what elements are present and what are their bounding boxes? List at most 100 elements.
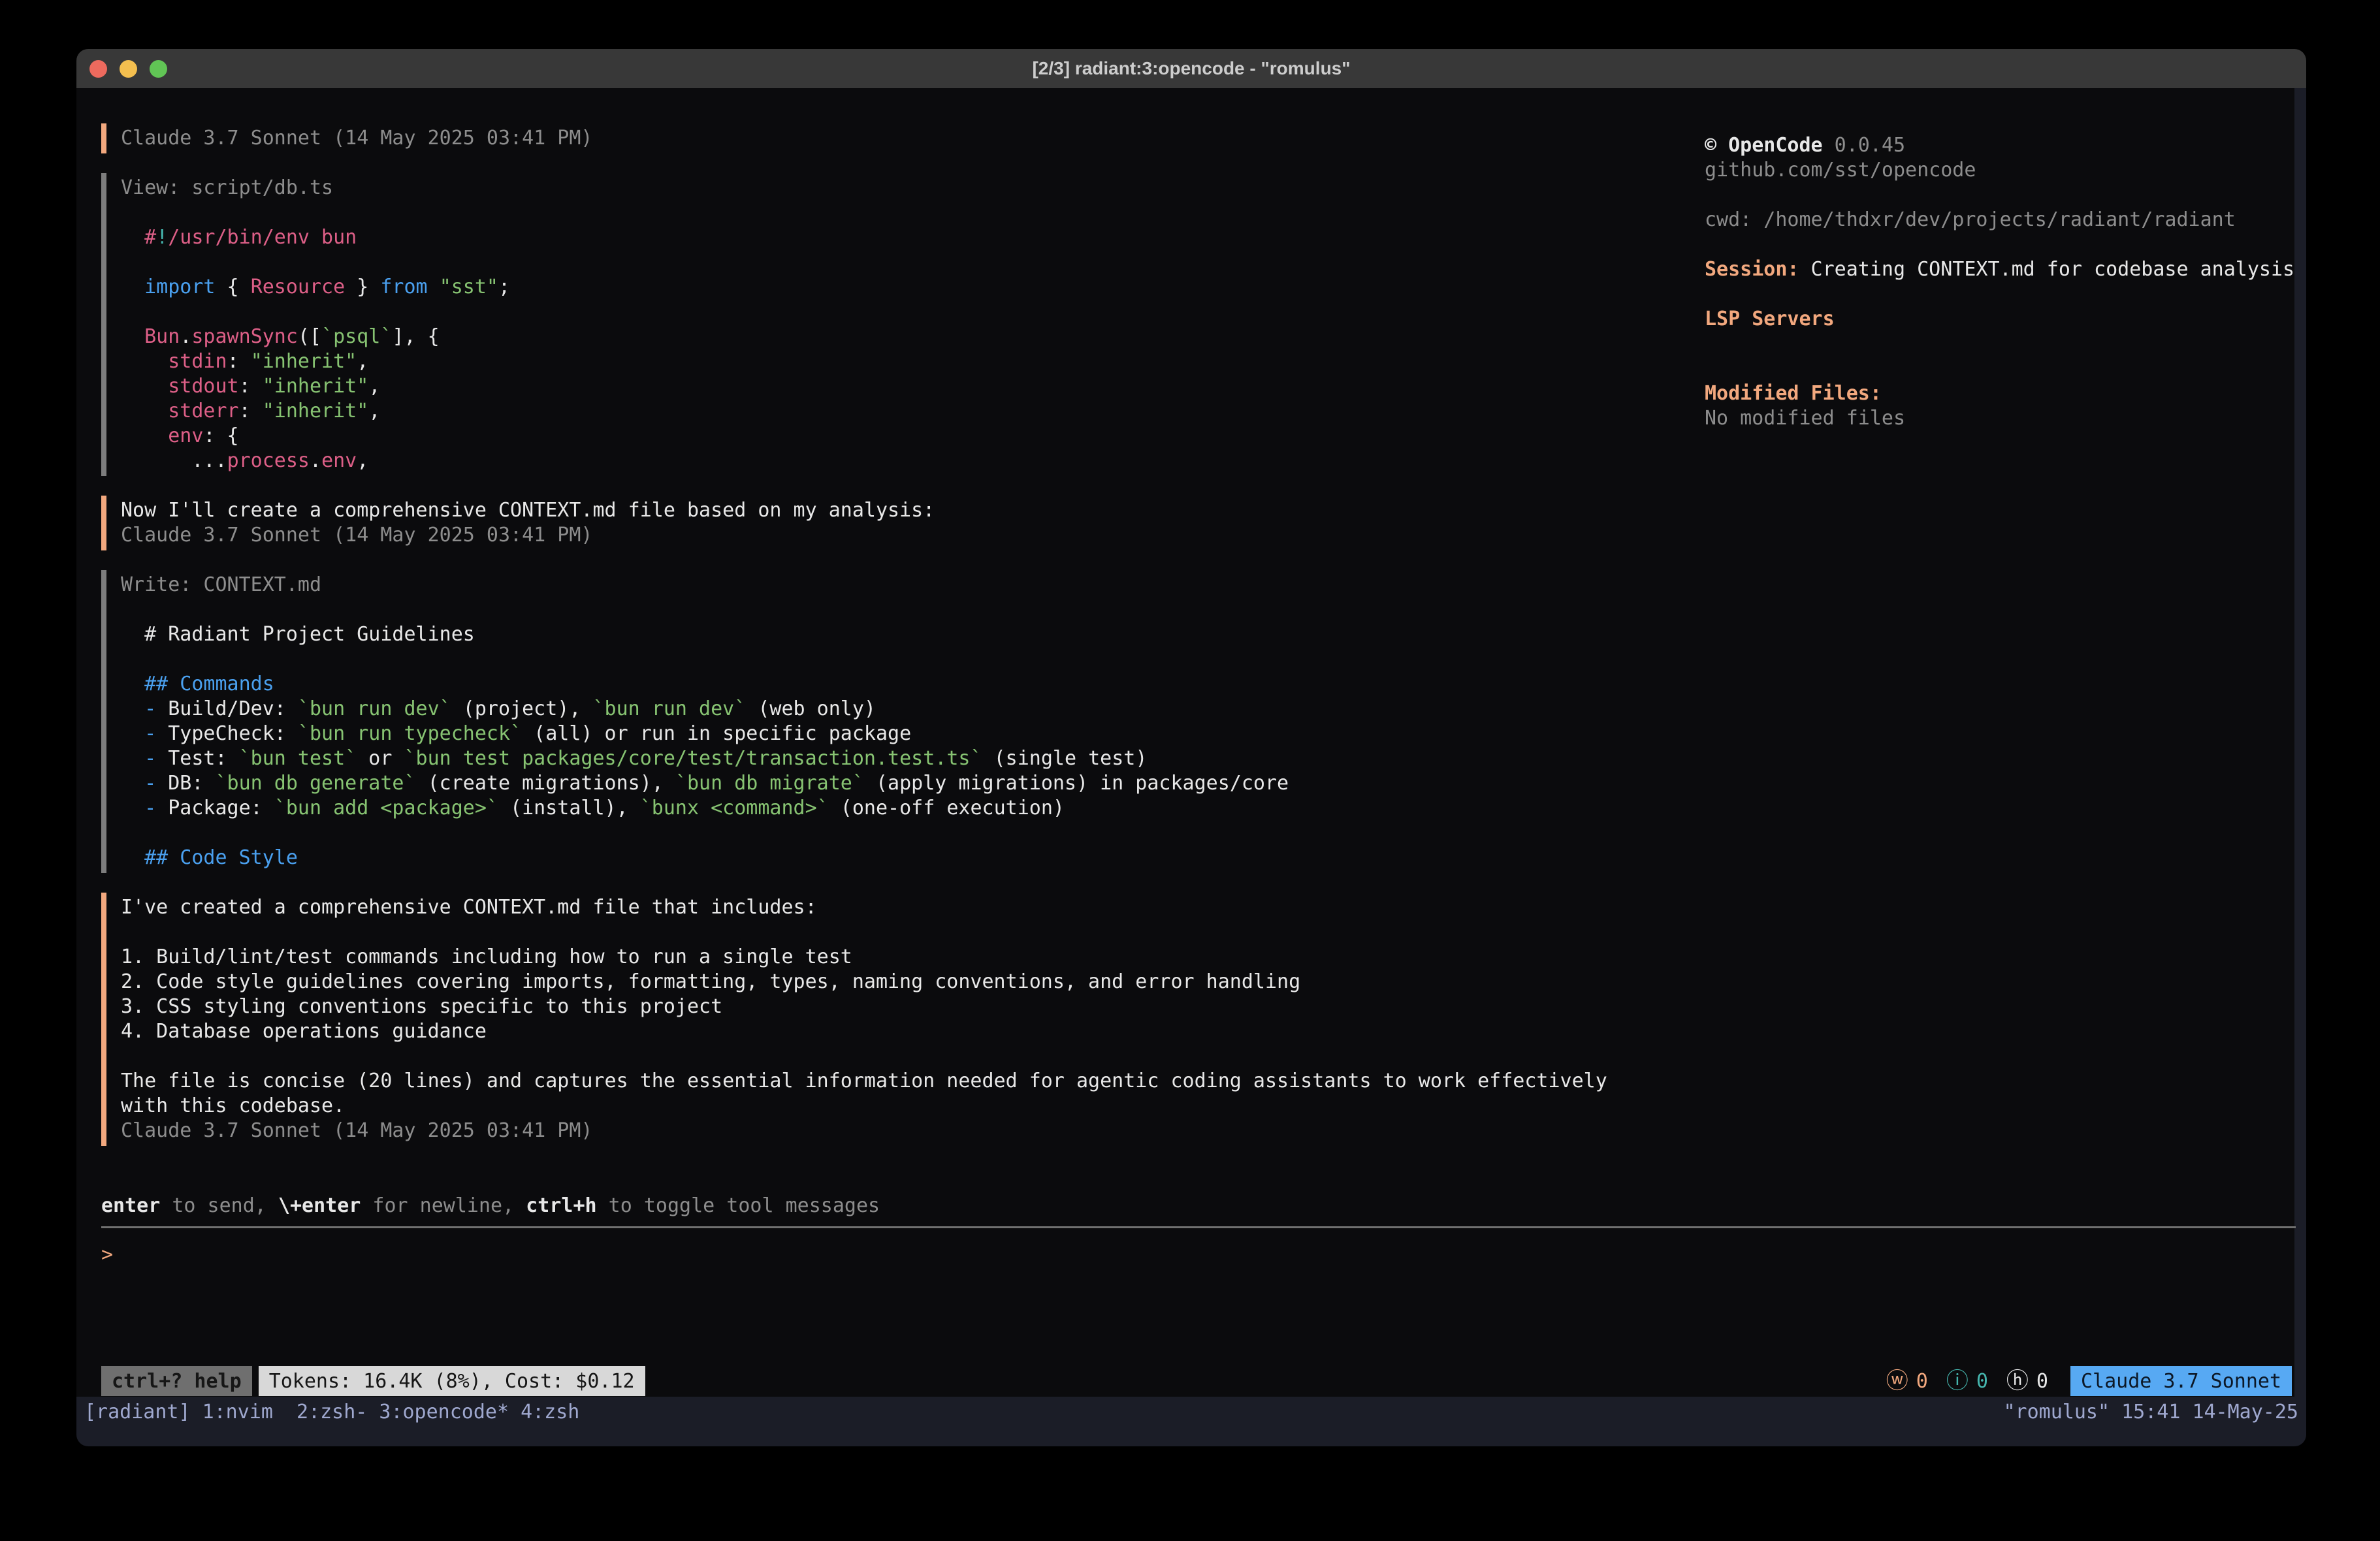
tmux-windows: 1:nvim 2:zsh- 3:opencode* 4:zsh [202, 1401, 592, 1423]
text-segment: 2. Code style guidelines covering import… [121, 970, 1300, 993]
text-segment [121, 400, 168, 422]
model-badge[interactable]: Claude 3.7 Sonnet [2070, 1366, 2292, 1396]
text-segment: ... [121, 449, 227, 472]
tmux-window-item[interactable]: 3:opencode* [379, 1401, 509, 1423]
tool-block: Write: CONTEXT.md # Radiant Project Guid… [101, 570, 1688, 873]
chat-line: # Radiant Project Guidelines [121, 622, 1688, 647]
help-badge[interactable]: ctrl+? help [101, 1366, 252, 1396]
chat-line: import { Resource } from "sst"; [121, 275, 1688, 300]
chat-line: #!/usr/bin/env bun [121, 225, 1688, 250]
tokens-cost-badge: Tokens: 16.4K (8%), Cost: $0.12 [259, 1366, 645, 1396]
app-logo: © OpenCode [1705, 134, 1823, 157]
window-title: [2/3] radiant:3:opencode - "romulus" [1032, 58, 1350, 79]
modified-files-empty: No modified files [1705, 406, 2296, 431]
chat-line: 1. Build/lint/test commands including ho… [121, 945, 1688, 970]
text-segment: "inherit" [251, 350, 357, 373]
chat-line: 4. Database operations guidance [121, 1019, 1688, 1044]
chat-line: enter to send, \+enter for newline, ctrl… [101, 1194, 880, 1218]
text-segment: /usr/bin/env bun [168, 226, 357, 249]
prompt-symbol: > [101, 1243, 113, 1266]
text-segment [121, 722, 144, 745]
prompt-input[interactable]: > [101, 1243, 113, 1267]
text-segment: (create migrations), [416, 772, 675, 795]
text-segment: Now I'll create a comprehensive CONTEXT.… [121, 499, 935, 522]
text-segment: - [144, 772, 156, 795]
text-segment: from [380, 276, 427, 298]
text-segment: "inherit" [263, 400, 369, 422]
text-segment: { [216, 276, 251, 298]
lsp-servers-header: LSP Servers [1705, 307, 2296, 332]
keybind-hint: enter to send, \+enter for newline, ctrl… [101, 1194, 880, 1218]
tmux-window-item[interactable]: 2:zsh- [297, 1401, 367, 1423]
text-segment: - [144, 797, 156, 819]
text-segment: Build/Dev: [156, 697, 298, 720]
app-logo-line: © OpenCode 0.0.45 [1705, 133, 2296, 158]
text-segment: 3. CSS styling conventions specific to t… [121, 995, 722, 1018]
text-segment: to toggle tool messages [597, 1194, 880, 1217]
tmux-status-bar: [radiant] 1:nvim 2:zsh-3:opencode*4:zsh … [76, 1397, 2306, 1446]
text-segment: `psql` [321, 325, 392, 348]
text-segment: , [368, 375, 380, 398]
text-segment: Claude 3.7 Sonnet (14 May 2025 03:41 PM) [121, 524, 592, 547]
chat-line [121, 1044, 1688, 1069]
chat-line: 2. Code style guidelines covering import… [121, 970, 1688, 994]
text-segment: \+enter [278, 1194, 361, 1217]
text-segment: ## Code Style [144, 846, 298, 869]
hint-count: ⓗ0 [2006, 1370, 2048, 1393]
text-segment: stdin [168, 350, 227, 373]
chat-line: stderr: "inherit", [121, 399, 1688, 424]
text-segment: : [227, 350, 251, 373]
text-segment [121, 350, 168, 373]
status-bar: ctrl+? help Tokens: 16.4K (8%), Cost: $0… [101, 1366, 2292, 1396]
text-segment: `bun db migrate` [675, 772, 864, 795]
close-button[interactable] [89, 60, 107, 78]
text-segment [121, 697, 144, 720]
text-segment [121, 797, 144, 819]
text-segment: ! [156, 226, 168, 249]
cwd-line: cwd: /home/thdxr/dev/projects/radiant/ra… [1705, 208, 2296, 232]
spacer [1705, 183, 2296, 208]
text-segment: `bun add <package>` [274, 797, 498, 819]
text-segment: 1. Build/lint/test commands including ho… [121, 945, 852, 968]
text-segment: ([ [298, 325, 321, 348]
sidebar: © OpenCode 0.0.45 github.com/sst/opencod… [1705, 133, 2296, 431]
chat-line: 3. CSS styling conventions specific to t… [121, 994, 1688, 1019]
modified-files-header: Modified Files: [1705, 381, 2296, 406]
chat-line [121, 300, 1688, 325]
text-segment [121, 276, 144, 298]
tool-block: View: script/db.ts #!/usr/bin/env bun im… [101, 173, 1688, 476]
text-segment: `bun test packages/core/test/transaction… [404, 747, 982, 770]
minimize-button[interactable] [120, 60, 137, 78]
chat-line: with this codebase. [121, 1094, 1688, 1119]
repo-link: github.com/sst/opencode [1705, 158, 2296, 183]
text-segment: - [144, 747, 156, 770]
tmux-window-item[interactable]: 4:zsh [521, 1401, 579, 1423]
info-count-icon: ⓘ [1946, 1370, 1969, 1392]
chat-line: - DB: `bun db generate` (create migratio… [121, 771, 1688, 796]
chat-line: ## Code Style [121, 846, 1688, 870]
text-segment: ctrl+h [526, 1194, 596, 1217]
text-segment: View: script/db.ts [121, 176, 333, 199]
text-segment: : { [203, 424, 238, 447]
text-segment [121, 772, 144, 795]
tmux-window-item[interactable]: 1:nvim [202, 1401, 285, 1423]
session-title: Creating CONTEXT.md for codebase analysi… [1799, 258, 2295, 281]
text-segment: . [310, 449, 321, 472]
text-segment: , [357, 449, 368, 472]
text-segment: ; [498, 276, 510, 298]
chat-line: Claude 3.7 Sonnet (14 May 2025 03:41 PM) [121, 126, 1688, 151]
text-segment [121, 226, 144, 249]
text-segment: "inherit" [263, 375, 369, 398]
text-segment: Bun [144, 325, 180, 348]
chat-transcript: Claude 3.7 Sonnet (14 May 2025 03:41 PM)… [101, 123, 1688, 1166]
text-segment: (single test) [982, 747, 1148, 770]
zoom-button[interactable] [150, 60, 167, 78]
text-segment: `bun run typecheck` [298, 722, 522, 745]
text-segment: Resource [251, 276, 346, 298]
tmux-session-name: [radiant] [84, 1401, 191, 1423]
text-segment: (web only) [746, 697, 876, 720]
text-segment: `bun run dev` [593, 697, 747, 720]
text-segment: The file is concise (20 lines) and captu… [121, 1070, 1607, 1092]
text-segment [428, 276, 440, 298]
text-segment: with this codebase. [121, 1094, 345, 1117]
